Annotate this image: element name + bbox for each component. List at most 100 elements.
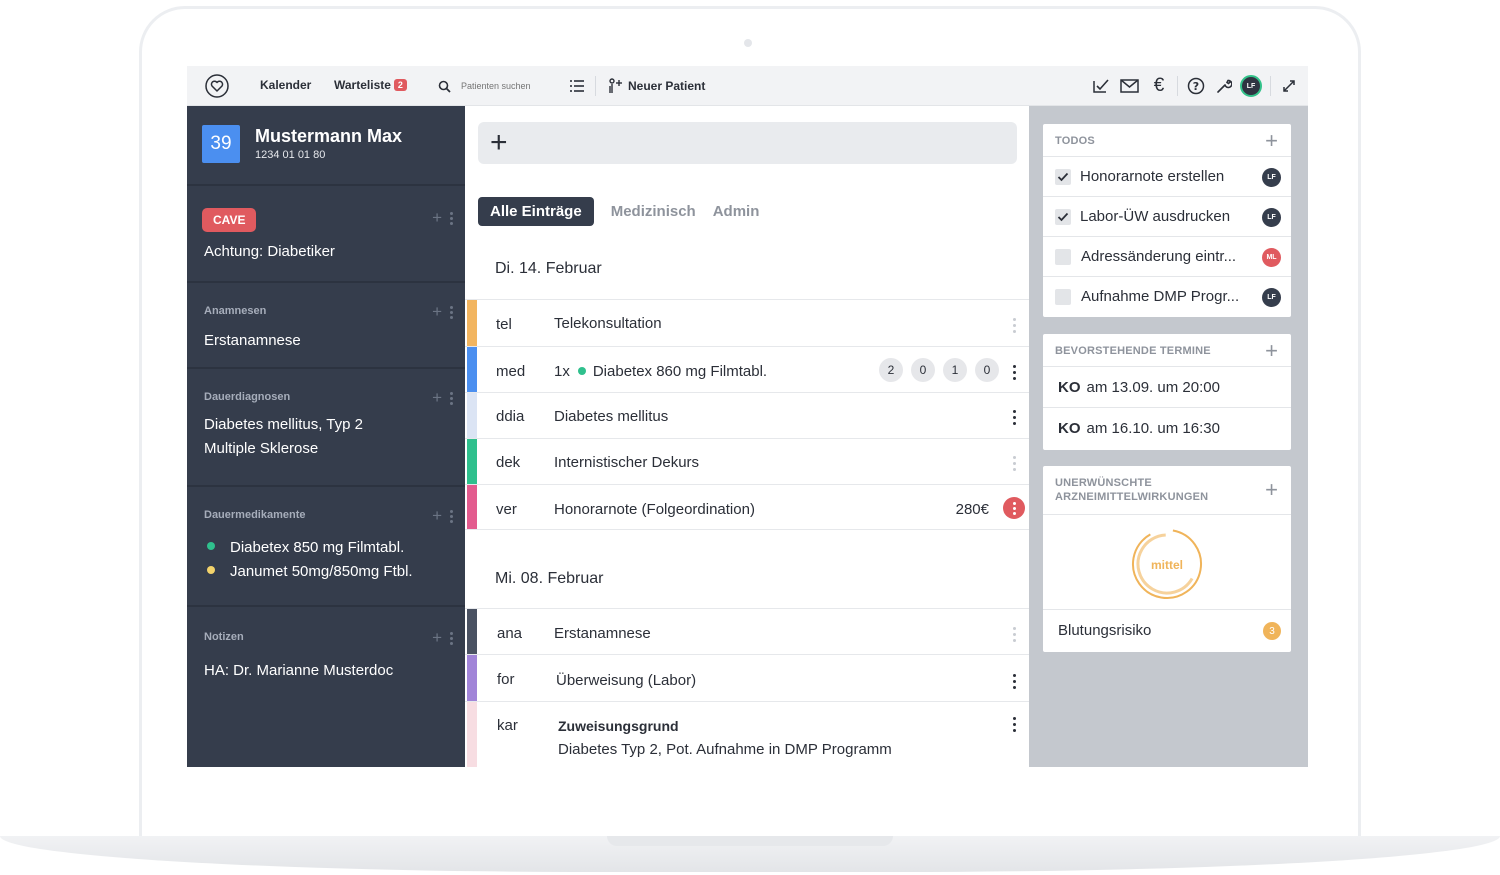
adverse-effects-card: UNERWÜNSCHTE ARZNEIMITTELWIRKUNGEN + mitt… xyxy=(1043,466,1291,652)
settings-button[interactable] xyxy=(1213,76,1235,96)
todo-checkbox[interactable] xyxy=(1055,169,1071,185)
category-bar xyxy=(467,439,477,484)
more-icon[interactable] xyxy=(450,509,453,523)
wrench-icon xyxy=(1217,79,1232,93)
cave-text: Achtung: Diabetiker xyxy=(204,243,335,260)
section-actions: + xyxy=(432,208,453,228)
day-heading: Di. 14. Februar xyxy=(495,260,602,277)
tab-admin[interactable]: Admin xyxy=(713,203,760,220)
note-item[interactable]: HA: Dr. Marianne Musterdoc xyxy=(204,659,393,683)
todo-item[interactable]: Labor-ÜW ausdrucken LF xyxy=(1043,197,1291,237)
user-avatar[interactable]: LF xyxy=(1240,75,1262,97)
todo-checkbox[interactable] xyxy=(1055,249,1071,265)
record-entry[interactable]: kar Zuweisungsgrund Diabetes Typ 2, Pot.… xyxy=(465,701,1029,767)
plus-icon[interactable]: + xyxy=(432,388,442,408)
more-icon[interactable] xyxy=(1013,456,1016,471)
todo-checkbox[interactable] xyxy=(1055,209,1071,225)
more-icon[interactable] xyxy=(1013,674,1016,689)
todo-label: Adressänderung eintr... xyxy=(1081,248,1237,265)
notizen-section: Notizen + HA: Dr. Marianne Musterdoc xyxy=(187,609,465,767)
entry-text: Diabetes mellitus xyxy=(554,408,669,425)
plus-icon[interactable]: + xyxy=(432,628,442,648)
more-icon[interactable] xyxy=(1013,717,1016,732)
assignee-avatar: LF xyxy=(1262,168,1281,187)
medication-item[interactable]: Diabetex 850 mg Filmtabl. xyxy=(207,536,404,560)
diagnosis-item[interactable]: Diabetes mellitus, Typ 2 xyxy=(204,413,363,437)
risk-count-badge: 3 xyxy=(1263,622,1281,640)
category-bar xyxy=(467,655,477,701)
add-todo-button[interactable]: + xyxy=(1265,128,1278,154)
add-adverse-effect-button[interactable]: + xyxy=(1265,477,1278,503)
more-icon[interactable] xyxy=(1013,627,1016,642)
category-bar xyxy=(467,347,477,392)
category-bar xyxy=(467,300,477,346)
record-entry[interactable]: tel Telekonsultation xyxy=(465,299,1029,346)
nav-calendar-link[interactable]: Kalender xyxy=(260,78,311,92)
check-icon xyxy=(1093,79,1109,93)
appointments-card: BEVORSTEHENDE TERMINE + KO am 13.09. um 2… xyxy=(1043,334,1291,450)
entry-code: med xyxy=(496,363,526,380)
more-icon[interactable] xyxy=(450,305,453,319)
more-icon[interactable] xyxy=(1003,497,1025,519)
appointment-item[interactable]: KO am 16.10. um 16:30 xyxy=(1043,408,1291,449)
more-icon[interactable] xyxy=(450,211,453,225)
more-icon[interactable] xyxy=(1013,410,1016,425)
plus-icon[interactable]: + xyxy=(432,302,442,322)
anamnese-item[interactable]: Erstanamnese xyxy=(204,329,301,353)
risk-gauge-area: mittel xyxy=(1043,515,1291,610)
todo-item[interactable]: Adressänderung eintr... ML xyxy=(1043,237,1291,277)
waitlist-count-badge: 2 xyxy=(393,79,407,91)
patient-search[interactable] xyxy=(432,73,554,99)
add-person-icon xyxy=(609,78,622,93)
record-entry[interactable]: for Überweisung (Labor) xyxy=(465,654,1029,701)
diagnosis-item[interactable]: Multiple Sklerose xyxy=(204,437,318,461)
record-entry[interactable]: med 1x Diabetex 860 mg Filmtabl. 2 0 1 0 xyxy=(465,346,1029,392)
section-actions: + xyxy=(432,628,453,648)
quantity: 1x xyxy=(554,363,570,380)
search-input[interactable] xyxy=(461,81,551,91)
card-header: TODOS + xyxy=(1043,124,1291,157)
risk-item[interactable]: Blutungsrisiko 3 xyxy=(1043,610,1291,652)
mail-button[interactable] xyxy=(1118,76,1140,96)
record-entry[interactable]: ana Erstanamnese xyxy=(465,608,1029,654)
appointment-item[interactable]: KO am 13.09. um 20:00 xyxy=(1043,367,1291,408)
card-title-line: UNERWÜNSCHTE xyxy=(1055,477,1152,489)
more-icon[interactable] xyxy=(1013,365,1016,380)
add-entry-button[interactable]: + xyxy=(478,122,1017,164)
dauermedikamente-section: Dauermedikamente + Diabetex 850 mg Filmt… xyxy=(187,489,465,607)
record-entry[interactable]: ddia Diabetes mellitus xyxy=(465,392,1029,438)
todo-label: Aufnahme DMP Progr... xyxy=(1081,288,1240,305)
list-view-button[interactable] xyxy=(567,76,587,96)
card-title-line: ARZNEIMITTELWIRKUNGEN xyxy=(1055,491,1209,503)
tab-medizinisch[interactable]: Medizinisch xyxy=(611,203,696,220)
more-icon[interactable] xyxy=(1013,318,1016,333)
todo-item[interactable]: Aufnahme DMP Progr... LF xyxy=(1043,277,1291,317)
record-entry[interactable]: dek Internistischer Dekurs xyxy=(465,438,1029,484)
room-number-badge: 39 xyxy=(202,125,240,163)
nav-waitlist-link[interactable]: Warteliste 2 xyxy=(334,78,407,92)
tasks-button[interactable] xyxy=(1090,76,1112,96)
record-entry[interactable]: ver Honorarnote (Folgeordination) 280€ xyxy=(465,484,1029,530)
entry-code: ddia xyxy=(496,408,525,425)
heart-logo-icon[interactable] xyxy=(204,73,230,99)
section-actions: + xyxy=(432,506,453,526)
more-icon[interactable] xyxy=(450,631,453,645)
more-icon[interactable] xyxy=(450,391,453,405)
plus-icon[interactable]: + xyxy=(432,506,442,526)
todo-checkbox[interactable] xyxy=(1055,289,1071,305)
add-appointment-button[interactable]: + xyxy=(1265,338,1278,364)
fullscreen-button[interactable] xyxy=(1279,76,1299,96)
new-patient-label: Neuer Patient xyxy=(628,79,706,93)
new-patient-button[interactable]: Neuer Patient xyxy=(607,75,705,97)
mail-icon xyxy=(1119,79,1139,93)
dose-night: 0 xyxy=(975,358,999,382)
plus-icon[interactable]: + xyxy=(432,208,442,228)
todo-item[interactable]: Honorarnote erstellen LF xyxy=(1043,157,1291,197)
help-button[interactable]: ? xyxy=(1185,76,1207,96)
cave-section: + xyxy=(187,188,465,283)
section-actions: + xyxy=(432,302,453,322)
entry-text: Überweisung (Labor) xyxy=(556,672,697,689)
tab-alle-eintraege[interactable]: Alle Einträge xyxy=(478,197,594,226)
billing-button[interactable]: € xyxy=(1148,74,1170,98)
medication-item[interactable]: Janumet 50mg/850mg Ftbl. xyxy=(207,560,413,584)
